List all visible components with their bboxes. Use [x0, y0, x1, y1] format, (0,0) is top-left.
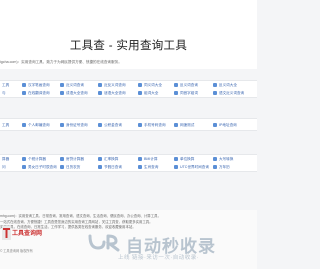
tool-link[interactable]: 汉字笔画查询 — [22, 82, 50, 89]
tool-bullet-icon — [60, 164, 64, 169]
tool-link[interactable]: 算器 — [2, 156, 9, 163]
tool-bullet-icon — [60, 122, 64, 127]
tool-row: 工具 个人邮编查询 身份证号查询 公积金查询 手机号码查询 网速测试 IP地址查… — [0, 122, 257, 129]
tool-bullet-icon — [60, 82, 64, 87]
tool-link[interactable]: 节假日查询 — [98, 164, 122, 171]
section-calc-tools: 算器 个税计算器 房贷计算器 汇率换算 BMI计算 单位换算 大写转换 问 男女… — [0, 154, 257, 172]
tool-bullet-icon — [174, 122, 178, 127]
tool-link[interactable]: 男女日子时辰查询 — [22, 164, 57, 171]
tool-bullet-icon — [22, 164, 26, 169]
tool-link[interactable]: 单位换算 — [174, 156, 194, 163]
tool-link[interactable]: IP地址查询 — [213, 122, 237, 129]
site-logo[interactable]: 工具查询网 — [2, 226, 42, 242]
tool-link[interactable]: 近义词查询 — [60, 82, 84, 89]
tool-link[interactable]: 近反义词查询 — [98, 82, 126, 89]
tool-link[interactable]: 大写转换 — [213, 156, 233, 163]
tool-bullet-icon — [22, 156, 26, 161]
tool-bullet-icon — [60, 156, 64, 161]
tool-link[interactable]: 成语大全查询 — [60, 90, 88, 97]
tool-link[interactable]: 个人邮编查询 — [22, 122, 50, 129]
tool-bullet-icon — [138, 164, 142, 169]
tool-row: 问 男女日子时辰查询 日历农历 节假日查询 生肖查询 UTC世界时间查询 万年历 — [0, 164, 257, 171]
tool-link[interactable]: 公积金查询 — [98, 122, 122, 129]
section-life-tools: 工具 个人邮编查询 身份证号查询 公积金查询 手机号码查询 网速测试 IP地址查… — [0, 118, 257, 131]
tool-bullet-icon — [98, 164, 102, 169]
tool-bullet-icon — [213, 90, 217, 95]
tool-link[interactable]: 身份证号查询 — [60, 122, 88, 129]
site-intro: igcha.com)：实用查询工具，致力于为网民提供方便、快捷的在线查询服务。 — [0, 56, 257, 69]
tool-link[interactable]: UTC世界时间查询 — [174, 164, 209, 171]
tool-bullet-icon — [22, 82, 26, 87]
tool-link[interactable]: 谜语大全查询 — [98, 90, 126, 97]
tool-link[interactable]: 与 — [2, 90, 6, 97]
tool-link[interactable]: 反义词查询 — [174, 82, 198, 89]
tool-link[interactable]: 在线翻译查询 — [22, 90, 50, 97]
tool-link[interactable]: BMI计算 — [138, 156, 158, 163]
tool-link[interactable]: 问 — [2, 164, 6, 171]
tool-bullet-icon — [174, 164, 178, 169]
tool-bullet-icon — [138, 82, 142, 87]
watermark-sub-text: 上线 链接·来访一次·自动收录· — [118, 255, 200, 261]
tool-bullet-icon — [174, 82, 178, 87]
tool-link[interactable]: 语文近义词查询 — [213, 90, 244, 97]
tool-link[interactable]: 组词大全 — [138, 90, 158, 97]
tool-link[interactable]: 网速测试 — [174, 122, 194, 129]
tool-link[interactable]: 房贷计算器 — [60, 156, 84, 163]
tool-bullet-icon — [213, 122, 217, 127]
tool-bullet-icon — [98, 90, 102, 95]
tool-link[interactable]: 汇率换算 — [98, 156, 118, 163]
tool-link[interactable]: 反义词大全 — [213, 82, 237, 89]
tool-bullet-icon — [22, 122, 26, 127]
tool-bullet-icon — [98, 156, 102, 161]
section-language-tools: 工具 汉字笔画查询 近义词查询 近反义词查询 同义词大全 反义词查询 反义词大全… — [0, 80, 257, 98]
tool-bullet-icon — [138, 156, 142, 161]
tool-bullet-icon — [138, 122, 142, 127]
watermark-logo-icon — [88, 234, 120, 252]
tool-bullet-icon — [138, 90, 142, 95]
tool-link[interactable]: 同义词大全 — [138, 82, 162, 89]
tool-row: 算器 个税计算器 房贷计算器 汇率换算 BMI计算 单位换算 大写转换 — [0, 156, 257, 163]
logo-text: 工具查询网 — [12, 230, 43, 237]
tool-link[interactable]: 手机号码查询 — [138, 122, 166, 129]
tool-bullet-icon — [98, 82, 102, 87]
tool-bullet-icon — [213, 156, 217, 161]
tool-bullet-icon — [98, 122, 102, 127]
tool-bullet-icon — [213, 82, 217, 87]
watermark: 自动秒收录 上线 链接·来访一次·自动收录· — [86, 232, 246, 264]
tool-link[interactable]: 同音字组词 — [174, 90, 198, 97]
tool-bullet-icon — [174, 156, 178, 161]
tool-bullet-icon — [22, 90, 26, 95]
tool-link[interactable]: 生肖查询 — [138, 164, 158, 171]
tool-link[interactable]: 万年历 — [213, 164, 230, 171]
tool-bullet-icon — [174, 90, 178, 95]
tool-row: 工具 汉字笔画查询 近义词查询 近反义词查询 同义词大全 反义词查询 反义词大全 — [0, 82, 257, 89]
tool-link[interactable]: 日历农历 — [60, 164, 80, 171]
logo-mark-icon — [2, 226, 11, 240]
page-title: 工具查 - 实用查询工具 — [69, 40, 188, 52]
tool-bullet-icon — [213, 164, 217, 169]
tool-row: 与 在线翻译查询 成语大全查询 谜语大全查询 组词大全 同音字组词 语文近义词查… — [0, 90, 257, 97]
tool-link[interactable]: 个税计算器 — [22, 156, 46, 163]
copyright-text: © 工具查询网 版权所有 — [0, 249, 33, 253]
tool-bullet-icon — [60, 90, 64, 95]
tool-link[interactable]: 工具 — [2, 82, 9, 89]
site-header: 工具查 - 实用查询工具 — [0, 0, 257, 64]
tool-link[interactable]: 工具 — [2, 122, 9, 129]
